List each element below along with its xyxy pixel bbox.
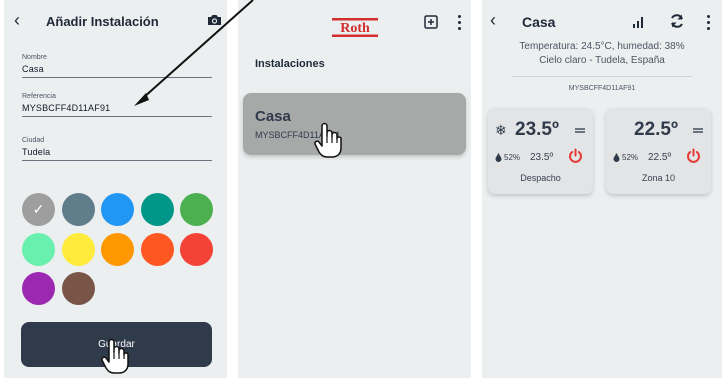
zone-setpoint: 23.5º bbox=[530, 152, 554, 163]
roth-logo-text: Roth bbox=[340, 21, 370, 36]
color-swatch[interactable] bbox=[140, 193, 174, 226]
refresh-icon[interactable] bbox=[669, 13, 685, 29]
color-swatch[interactable] bbox=[61, 272, 95, 305]
add-installation-icon[interactable] bbox=[424, 15, 438, 29]
power-icon[interactable] bbox=[686, 148, 701, 164]
tap-hand-icon bbox=[101, 338, 129, 374]
weather-line-2: Cielo claro - Tudela, España bbox=[539, 55, 665, 66]
zone-name: Despacho bbox=[520, 173, 561, 183]
zone-menu-icon[interactable] bbox=[693, 128, 703, 135]
color-swatch[interactable] bbox=[61, 232, 95, 266]
installation-reference: MYSBCFF4D11AF91 bbox=[568, 85, 636, 92]
snowflake-icon: ❄ bbox=[495, 122, 507, 138]
zone-temperature: 22.5º bbox=[634, 119, 678, 140]
color-swatch[interactable] bbox=[180, 193, 213, 226]
power-icon[interactable] bbox=[568, 148, 583, 164]
page-title: Casa bbox=[522, 14, 556, 30]
camera-icon[interactable] bbox=[207, 14, 222, 26]
color-swatch[interactable] bbox=[22, 232, 55, 266]
page-title: Añadir Instalación bbox=[46, 14, 159, 29]
weather-info: Temperatura: 24.5°C, humedad: 38% Cielo … bbox=[482, 40, 722, 68]
more-options-icon[interactable] bbox=[458, 15, 462, 31]
installations-screen: Roth Instalaciones Casa MYSBCFF4D11AF91 bbox=[238, 0, 471, 378]
more-options-icon[interactable] bbox=[707, 15, 711, 31]
city-field[interactable]: Ciudad Tudela bbox=[22, 137, 212, 161]
zone-card-despacho[interactable]: ❄ 23.5º 52% 23.5º Despacho bbox=[488, 108, 593, 194]
tap-hand-icon bbox=[314, 122, 342, 158]
name-field[interactable]: Nombre Casa bbox=[22, 54, 212, 78]
humidity-drop-icon bbox=[495, 153, 502, 162]
roth-logo: Roth bbox=[332, 18, 378, 37]
color-swatch[interactable] bbox=[61, 193, 95, 226]
section-title: Instalaciones bbox=[255, 58, 325, 70]
reference-field-label: Referencia bbox=[22, 93, 56, 100]
zone-humidity: 52% bbox=[504, 153, 521, 162]
installation-name: Casa bbox=[255, 108, 291, 125]
color-swatch[interactable]: ✓ bbox=[22, 193, 55, 226]
installation-card[interactable]: Casa MYSBCFF4D11AF91 bbox=[243, 93, 466, 155]
city-field-value[interactable]: Tudela bbox=[22, 147, 212, 160]
name-field-label: Nombre bbox=[22, 54, 47, 61]
color-swatch[interactable] bbox=[101, 232, 134, 266]
signal-icon[interactable] bbox=[632, 17, 644, 28]
zone-card-zona-10[interactable]: 22.5º 52% 22.5º Zona 10 bbox=[606, 108, 711, 194]
app-header: ‹ Añadir Instalación bbox=[4, 0, 227, 44]
back-button[interactable]: ‹ bbox=[14, 10, 20, 31]
divider bbox=[512, 76, 692, 77]
color-swatch[interactable] bbox=[22, 272, 55, 305]
reference-field-value[interactable]: MYSBCFF4D11AF91 bbox=[22, 103, 212, 116]
installation-detail-screen: ‹ Casa Temperatura: 24.5°C, humedad: 38%… bbox=[482, 0, 722, 378]
humidity-drop-icon bbox=[613, 153, 620, 162]
name-field-value[interactable]: Casa bbox=[22, 64, 212, 77]
add-installation-screen: ‹ Añadir Instalación Nombre Casa Referen… bbox=[4, 0, 227, 378]
color-swatch[interactable] bbox=[180, 232, 213, 266]
zone-name: Zona 10 bbox=[641, 173, 676, 183]
color-swatch[interactable] bbox=[140, 232, 174, 266]
zone-setpoint: 22.5º bbox=[648, 152, 672, 163]
zone-menu-icon[interactable] bbox=[575, 128, 585, 135]
city-field-label: Ciudad bbox=[22, 137, 45, 144]
weather-line-1: Temperatura: 24.5°C, humedad: 38% bbox=[519, 41, 685, 52]
zone-temperature: 23.5º bbox=[515, 119, 559, 140]
check-icon: ✓ bbox=[32, 201, 45, 217]
reference-field[interactable]: Referencia MYSBCFF4D11AF91 bbox=[22, 93, 212, 117]
zone-humidity: 52% bbox=[622, 153, 639, 162]
back-button[interactable]: ‹ bbox=[490, 10, 496, 31]
color-swatch[interactable] bbox=[101, 193, 134, 226]
